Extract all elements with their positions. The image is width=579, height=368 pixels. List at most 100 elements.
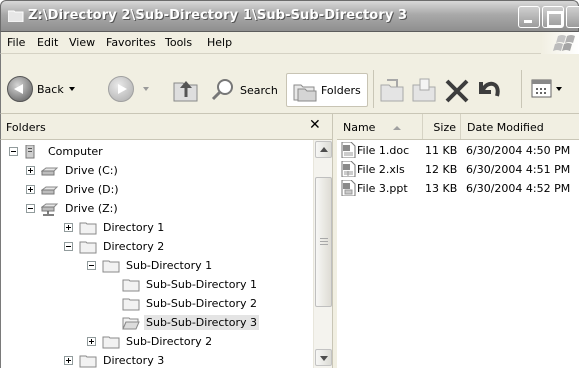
expand-icon[interactable] [64, 223, 73, 232]
folder-tree: Computer Drive (C:) Drive (D:) Drive (Z:… [0, 140, 313, 368]
views-icon [531, 79, 552, 98]
scroll-up-button[interactable] [315, 141, 332, 158]
chevron-down-icon [320, 356, 328, 361]
tree-item-sub-sub-directory-3[interactable]: Sub-Sub-Directory 3 [122, 313, 260, 332]
file-date: 6/30/2004 4:50 PM [466, 144, 571, 157]
folder-icon [102, 260, 120, 272]
tree-item-drive-c[interactable]: Drive (C:) [26, 161, 120, 180]
column-size[interactable]: Size [423, 114, 461, 139]
title-bar[interactable]: Z:\Directory 2\Sub-Directory 1\Sub-Sub-D… [0, 0, 579, 32]
file-name: File 1.doc [357, 144, 410, 157]
tree-item-label: Sub-Sub-Directory 2 [146, 297, 258, 310]
tree-item-sub-directory-2[interactable]: Sub-Directory 2 [87, 332, 214, 351]
standard-toolbar: Back Search Folders [0, 54, 579, 114]
close-window-button[interactable] [566, 6, 579, 28]
tree-item-drive-z[interactable]: Drive (Z:) [26, 199, 120, 218]
up-folder-icon[interactable] [171, 73, 201, 105]
forward-arrow-icon [108, 76, 134, 102]
grip-line [320, 238, 328, 239]
tree-item-label: Sub-Directory 1 [126, 259, 213, 272]
tree-item-label: Directory 3 [103, 354, 165, 367]
tree-item-directory-2[interactable]: Directory 2 [64, 237, 166, 256]
tree-item-label: Sub-Sub-Directory 1 [146, 278, 258, 291]
back-button[interactable]: Back [7, 76, 75, 102]
scroll-down-button[interactable] [315, 349, 332, 366]
network-drive-icon [41, 203, 59, 216]
word-document-icon [341, 142, 356, 158]
windows-logo [541, 32, 579, 54]
file-name: File 2.xls [357, 163, 405, 176]
back-dropdown-icon[interactable] [68, 87, 75, 91]
file-size: 12 KB [425, 163, 458, 176]
folder-icon [79, 355, 97, 367]
menu-bar: File Edit View Favorites Tools Help [0, 32, 579, 54]
menu-file[interactable]: File [7, 36, 25, 49]
collapse-icon[interactable] [87, 261, 96, 270]
chevron-up-icon [320, 147, 328, 152]
tree-item-directory-1[interactable]: Directory 1 [64, 218, 166, 237]
menu-help[interactable]: Help [207, 36, 232, 49]
collapse-icon[interactable] [64, 242, 73, 251]
tree-item-computer[interactable]: Computer [9, 142, 105, 161]
folder-icon [79, 222, 97, 234]
folder-icon [102, 336, 120, 348]
folder-icon [122, 279, 140, 291]
column-name[interactable]: Name [337, 114, 423, 139]
folder-icon [79, 241, 97, 253]
copy-to-icon[interactable] [411, 77, 439, 103]
forward-dropdown-icon[interactable] [143, 87, 149, 91]
views-dropdown-icon[interactable] [556, 87, 562, 91]
menu-view[interactable]: View [69, 36, 95, 49]
folders-icon [293, 84, 317, 102]
file-list: File 1.doc 11 KB 6/30/2004 4:50 PM File … [337, 140, 579, 368]
menu-tools[interactable]: Tools [165, 36, 192, 49]
column-name-label: Name [343, 121, 376, 134]
folders-pane-header: Folders ✕ [0, 114, 332, 140]
collapse-icon[interactable] [26, 204, 35, 213]
sort-ascending-icon [393, 126, 401, 130]
drive-icon [41, 186, 59, 194]
back-label: Back [37, 82, 64, 96]
tree-item-drive-d[interactable]: Drive (D:) [26, 180, 121, 199]
tree-scrollbar[interactable] [313, 140, 332, 368]
file-row[interactable]: File 3.ppt 13 KB 6/30/2004 4:52 PM [337, 180, 579, 198]
tree-item-sub-directory-1[interactable]: Sub-Directory 1 [87, 256, 214, 275]
delete-icon[interactable] [444, 78, 470, 104]
toolbar-separator [521, 70, 522, 108]
excel-spreadsheet-icon [341, 161, 356, 177]
file-row[interactable]: File 2.xls 12 KB 6/30/2004 4:51 PM [337, 161, 579, 179]
file-row[interactable]: File 1.doc 11 KB 6/30/2004 4:50 PM [337, 142, 579, 160]
views-button[interactable] [531, 78, 562, 100]
column-size-label: Size [433, 121, 456, 134]
maximize-button[interactable] [542, 6, 564, 28]
collapse-icon[interactable] [9, 147, 18, 156]
window-title: Z:\Directory 2\Sub-Directory 1\Sub-Sub-D… [28, 8, 408, 23]
tree-item-sub-sub-directory-2[interactable]: Sub-Sub-Directory 2 [122, 294, 259, 313]
tree-item-directory-3[interactable]: Directory 3 [64, 351, 166, 368]
menu-favorites[interactable]: Favorites [106, 36, 156, 49]
tree-item-label: Sub-Directory 2 [126, 335, 213, 348]
tree-item-label: Drive (Z:) [65, 202, 118, 215]
toolbar-separator [373, 70, 374, 108]
tree-item-sub-sub-directory-1[interactable]: Sub-Sub-Directory 1 [122, 275, 259, 294]
forward-button[interactable] [108, 76, 149, 102]
expand-icon[interactable] [87, 337, 96, 346]
search-button[interactable]: Search [210, 78, 278, 102]
scroll-thumb[interactable] [315, 177, 332, 307]
menu-edit[interactable]: Edit [37, 36, 58, 49]
file-date: 6/30/2004 4:51 PM [466, 163, 571, 176]
expand-icon[interactable] [64, 356, 73, 365]
powerpoint-presentation-icon [341, 180, 356, 196]
search-icon [211, 79, 233, 101]
move-to-icon[interactable] [379, 77, 407, 103]
file-size: 11 KB [425, 144, 458, 157]
expand-icon[interactable] [26, 185, 35, 194]
close-pane-button[interactable]: ✕ [309, 117, 321, 133]
minimize-button[interactable] [518, 6, 540, 28]
column-date-modified[interactable]: Date Modified [461, 114, 579, 139]
folders-button[interactable]: Folders [286, 73, 368, 107]
expand-icon[interactable] [26, 166, 35, 175]
search-label: Search [240, 83, 278, 97]
file-date: 6/30/2004 4:52 PM [466, 182, 571, 195]
undo-icon[interactable] [475, 76, 505, 104]
